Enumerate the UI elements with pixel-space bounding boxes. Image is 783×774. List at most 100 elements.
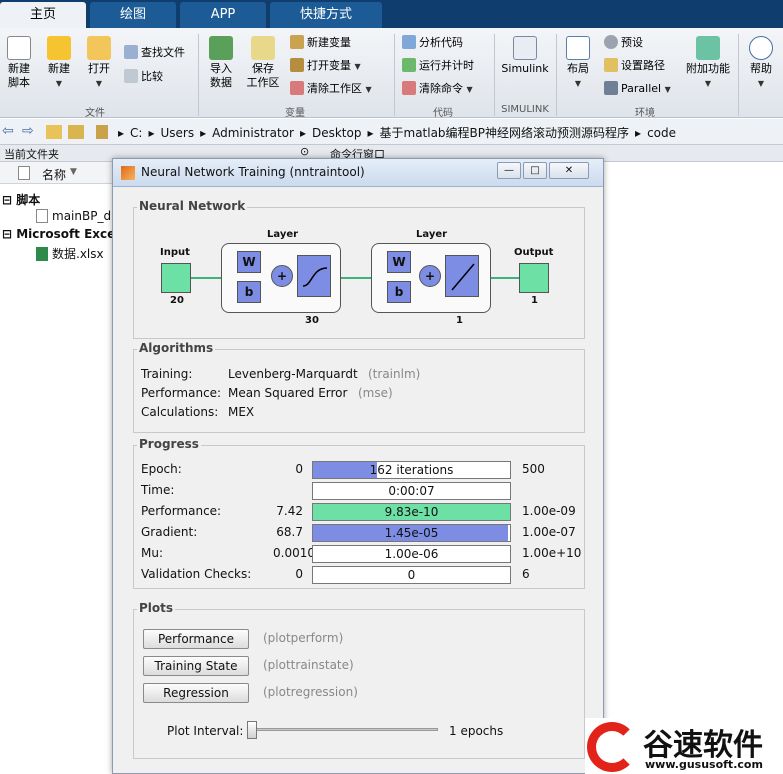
tab-home[interactable]: 主页 <box>0 2 86 28</box>
open-button[interactable]: 打开 ▼ <box>82 36 116 91</box>
gear-icon <box>604 35 618 49</box>
compare-button[interactable]: 比较 <box>124 68 163 86</box>
run-and-time-button[interactable]: 运行并计时 <box>402 57 474 75</box>
path-segment[interactable]: Desktop <box>312 126 362 140</box>
minimize-button[interactable]: — <box>497 162 521 179</box>
plot-performance-button[interactable]: Performance <box>143 629 249 649</box>
group-code: 代码 <box>433 108 453 119</box>
plot-training-state-button[interactable]: Training State <box>143 656 249 676</box>
layout-button[interactable]: 布局 ▼ <box>560 36 596 91</box>
tree-group-scripts[interactable]: ⊟ 脚本 <box>2 191 40 208</box>
purelin-transfer-icon <box>445 255 479 297</box>
m-file-icon <box>36 209 48 223</box>
set-path-button[interactable]: 设置路径 <box>604 57 665 75</box>
path-segment[interactable]: C: <box>130 126 142 140</box>
analyze-code-button[interactable]: 分析代码 <box>402 34 463 52</box>
progress-start: 0.00100 <box>273 546 323 560</box>
panel-title: Plots <box>137 601 176 615</box>
plot-regression-button[interactable]: Regression <box>143 683 249 703</box>
import-data-button[interactable]: 导入 数据 <box>204 36 238 90</box>
path-icon <box>604 58 618 72</box>
path-breadcrumb[interactable]: ▸ C: ▸ Users ▸ Administrator ▸ Desktop ▸ 基于matlab… <box>118 124 682 141</box>
progress-value: 1.00e-06 <box>384 547 439 561</box>
open-variable-button[interactable]: 打开变量 ▼ <box>290 57 361 75</box>
grid-icon <box>290 58 304 72</box>
separator <box>556 34 557 116</box>
panel-title: Progress <box>137 437 201 451</box>
new-variable-button[interactable]: 新建变量 <box>290 34 351 52</box>
find-icon <box>124 45 138 59</box>
layer-size: 1 <box>456 315 463 326</box>
progress-label: Validation Checks: <box>141 567 252 581</box>
plot-interval-slider[interactable] <box>247 721 438 739</box>
plot-function: (plottrainstate) <box>263 658 354 672</box>
path-segment[interactable]: Administrator <box>212 126 294 140</box>
preferences-button[interactable]: 预设 <box>604 34 643 52</box>
group-file: 文件 <box>85 108 105 119</box>
path-segment[interactable]: 基于matlab编程BP神经网络滚动预测源码程序 <box>380 126 630 140</box>
dialog-title: Neural Network Training (nntraintool) <box>141 165 365 179</box>
progress-value: 9.83e-10 <box>384 505 439 519</box>
tab-plots[interactable]: 绘图 <box>90 2 176 28</box>
tree-group-excel[interactable]: ⊟ Microsoft Excel <box>2 227 119 241</box>
calculations-label: Calculations: <box>141 405 219 419</box>
up-folder-icon[interactable] <box>46 125 62 139</box>
excel-file-icon <box>36 247 48 261</box>
analyze-icon <box>402 35 416 49</box>
progress-bar: 1.00e-06 <box>312 545 511 563</box>
progress-bar: 0:00:07 <box>312 482 511 500</box>
path-segment[interactable]: code <box>647 126 676 140</box>
new-button[interactable]: 新建 ▼ <box>42 36 76 91</box>
progress-value: 0 <box>407 568 416 582</box>
tree-file[interactable]: mainBP_d <box>36 209 111 223</box>
parallel-button[interactable]: Parallel ▼ <box>604 80 671 98</box>
progress-end: 1.00e+10 <box>522 546 582 560</box>
address-bar: ⇦ ⇨ ▸ C: ▸ Users ▸ Administrator ▸ Desktop ▸ 基于ma… <box>0 119 783 145</box>
tab-apps[interactable]: APP <box>180 2 266 28</box>
input-size: 20 <box>170 295 184 306</box>
back-arrow-icon[interactable]: ⇦ <box>2 123 14 139</box>
nntraintool-dialog: Neural Network Training (nntraintool) — … <box>112 158 604 774</box>
new-script-icon <box>7 36 31 60</box>
browse-folder-icon[interactable] <box>68 125 84 139</box>
save-workspace-button[interactable]: 保存 工作区 <box>244 36 282 90</box>
training-value: Levenberg-Marquardt <box>228 367 358 381</box>
separator <box>198 34 199 116</box>
clear-workspace-button[interactable]: 清除工作区 ▼ <box>290 80 372 98</box>
panel-title: Algorithms <box>137 341 216 355</box>
path-segment[interactable]: Users <box>160 126 194 140</box>
progress-start: 7.42 <box>276 504 303 518</box>
slider-thumb[interactable] <box>247 721 257 739</box>
maximize-button[interactable]: □ <box>523 162 547 179</box>
progress-bar: 9.83e-10 <box>312 503 511 521</box>
find-files-button[interactable]: 查找文件 <box>124 44 185 62</box>
tree-file[interactable]: 数据.xlsx <box>36 245 104 262</box>
progress-bar: 0 <box>312 566 511 584</box>
parallel-icon <box>604 81 618 95</box>
close-button[interactable]: ✕ <box>549 162 589 179</box>
tansig-curve <box>302 267 328 287</box>
layout-icon <box>566 36 590 60</box>
tab-shortcuts[interactable]: 快捷方式 <box>270 2 382 28</box>
dialog-title-bar[interactable]: Neural Network Training (nntraintool) — … <box>113 159 603 187</box>
bias-block: b <box>387 281 411 303</box>
panel-menu-icon[interactable]: ⊙ <box>300 145 309 158</box>
progress-label: Performance: <box>141 504 222 518</box>
performance-value: Mean Squared Error <box>228 386 348 400</box>
clear-commands-button[interactable]: 清除命令 ▼ <box>402 80 473 98</box>
performance-label: Performance: <box>141 386 222 400</box>
bias-block: b <box>237 281 261 303</box>
progress-label: Gradient: <box>141 525 198 539</box>
help-icon <box>749 36 773 60</box>
progress-bar: 1.45e-05 <box>312 524 511 542</box>
sum-node: + <box>419 265 441 287</box>
new-script-button[interactable]: 新建 脚本 <box>2 36 36 90</box>
forward-arrow-icon[interactable]: ⇨ <box>22 123 34 139</box>
add-ons-button[interactable]: 附加功能 ▼ <box>684 36 732 91</box>
performance-function: (mse) <box>358 386 393 400</box>
progress-start: 68.7 <box>276 525 303 539</box>
help-button[interactable]: 帮助 ▼ <box>744 36 778 91</box>
simulink-button[interactable]: Simulink <box>498 36 552 76</box>
training-function: (trainlm) <box>368 367 421 381</box>
name-column-header[interactable]: 名称 ▼ <box>0 162 112 184</box>
